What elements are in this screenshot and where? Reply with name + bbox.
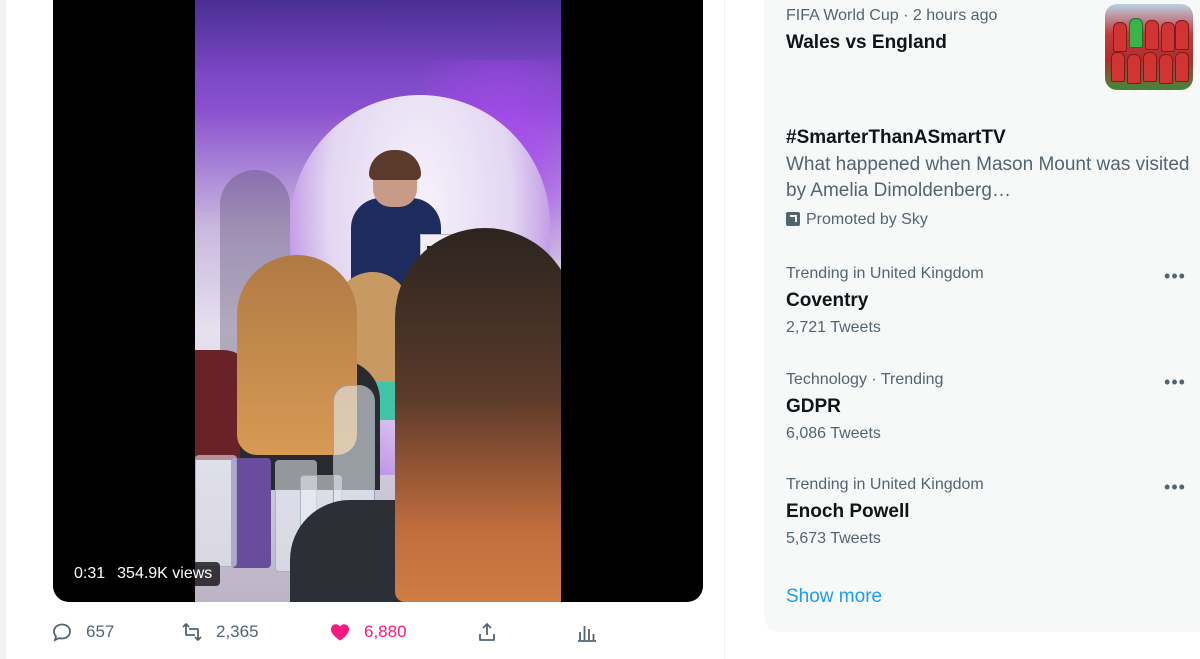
promoted-text: Promoted by Sky bbox=[806, 211, 928, 228]
like-count: 6,880 bbox=[364, 622, 407, 641]
promoted-label: Promoted by Sky bbox=[786, 210, 1200, 230]
thumb-player bbox=[1159, 54, 1173, 84]
more-options-button[interactable]: ••• bbox=[1162, 266, 1188, 286]
thumb-player bbox=[1175, 20, 1189, 50]
column-divider bbox=[724, 0, 725, 659]
reply-icon bbox=[53, 623, 71, 642]
retweet-count: 2,365 bbox=[216, 622, 259, 641]
share-button[interactable] bbox=[475, 617, 499, 647]
reply-button[interactable]: 657 bbox=[50, 617, 114, 647]
frame-foreground-hair bbox=[395, 228, 561, 602]
frame-glass bbox=[195, 455, 237, 567]
trend-meta: Technology · Trending bbox=[786, 371, 944, 388]
trend-meta: Trending in United Kingdom bbox=[786, 476, 984, 493]
thumb-player bbox=[1143, 52, 1157, 82]
promoted-icon bbox=[786, 212, 800, 226]
thumb-player bbox=[1129, 18, 1143, 48]
video-player[interactable] bbox=[53, 0, 703, 602]
more-icon: ••• bbox=[1164, 265, 1186, 286]
like-icon bbox=[331, 624, 349, 641]
video-duration: 0:31 bbox=[74, 565, 106, 582]
retweet-icon bbox=[182, 623, 202, 641]
thumb-player bbox=[1145, 20, 1159, 50]
analytics-button[interactable] bbox=[575, 617, 599, 647]
tweet-action-bar: 657 2,365 6,880 bbox=[50, 617, 610, 647]
trend-count: 5,673 Tweets bbox=[786, 530, 881, 547]
thumb-player bbox=[1161, 22, 1175, 52]
promoted-trend-item[interactable]: #SmarterThanASmartTV What happened when … bbox=[786, 126, 1200, 230]
thumb-player bbox=[1113, 22, 1127, 52]
video-frame bbox=[195, 0, 561, 602]
thumb-player bbox=[1111, 52, 1125, 82]
more-icon: ••• bbox=[1164, 476, 1186, 497]
frame-purple-glass bbox=[231, 458, 271, 568]
trend-count: 2,721 Tweets bbox=[786, 319, 881, 336]
trend-item[interactable]: Technology · Trending GDPR 6,086 Tweets … bbox=[786, 370, 1200, 444]
like-button[interactable]: 6,880 bbox=[328, 617, 407, 647]
show-more-link[interactable]: Show more bbox=[786, 586, 882, 608]
trend-title: Coventry bbox=[786, 290, 869, 311]
thumb-player bbox=[1127, 54, 1141, 84]
share-icon bbox=[479, 623, 495, 641]
trend-item[interactable]: Trending in United Kingdom Coventry 2,72… bbox=[786, 264, 1200, 338]
more-options-button[interactable]: ••• bbox=[1162, 477, 1188, 497]
trend-title: Enoch Powell bbox=[786, 501, 910, 522]
thumb-player bbox=[1175, 52, 1189, 82]
trend-count: 6,086 Tweets bbox=[786, 425, 881, 442]
reply-count: 657 bbox=[86, 622, 115, 641]
trend-item[interactable]: Trending in United Kingdom Enoch Powell … bbox=[786, 475, 1200, 549]
video-views: 354.9K views bbox=[117, 565, 213, 582]
retweet-button[interactable]: 2,365 bbox=[180, 617, 259, 647]
trend-description: What happened when Mason Mount was visit… bbox=[786, 154, 1190, 201]
trend-title: GDPR bbox=[786, 396, 841, 417]
analytics-icon bbox=[578, 626, 596, 642]
more-options-button[interactable]: ••• bbox=[1162, 372, 1188, 392]
trend-thumbnail[interactable] bbox=[1105, 4, 1193, 90]
more-icon: ••• bbox=[1164, 371, 1186, 392]
video-info-badge: 0:31 354.9K views bbox=[66, 562, 221, 586]
trend-title: #SmarterThanASmartTV bbox=[786, 127, 1006, 148]
trend-meta: Trending in United Kingdom bbox=[786, 265, 984, 282]
